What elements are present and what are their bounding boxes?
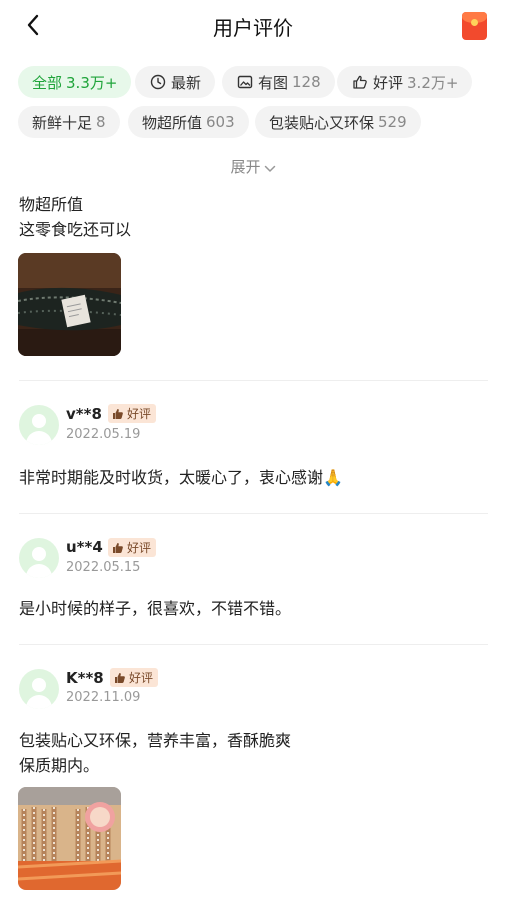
filter-chip-fresh[interactable]: 新鲜十足 8 [18, 106, 120, 138]
filter-chip-label: 新鲜十足 [32, 113, 93, 132]
filter-chip-count: 3.3万+ [66, 73, 118, 92]
clock-icon [149, 73, 167, 91]
avatar[interactable] [19, 669, 59, 709]
filter-chip-count: 3.2万+ [407, 73, 459, 92]
thumbs-up-icon [351, 73, 369, 91]
filter-chip-all[interactable]: 全部 3.3万+ [18, 66, 132, 98]
filter-chip-label: 有图 [258, 73, 289, 92]
badge-label: 好评 [127, 541, 152, 555]
filter-chip-count: 128 [292, 73, 321, 91]
expand-label: 展开 [230, 158, 261, 176]
review-text-line: 保质期内。 [19, 756, 100, 775]
review-text-line: 包装贴心又环保，营养丰富，香酥脆爽 [19, 731, 292, 750]
avatar[interactable] [19, 405, 59, 445]
username: u**4 [66, 538, 103, 556]
thumbs-up-icon [112, 408, 124, 420]
review-date: 2022.11.09 [66, 690, 141, 705]
filter-chip-label: 全部 [32, 73, 63, 92]
filter-chip-count: 603 [206, 113, 235, 131]
filter-chip-packaging[interactable]: 包装贴心又环保 529 [255, 106, 421, 138]
filter-chip-positive[interactable]: 好评 3.2万+ [337, 66, 473, 98]
filter-chip-value[interactable]: 物超所值 603 [128, 106, 249, 138]
thumbs-up-icon [112, 542, 124, 554]
review-text-line: 物超所值 [19, 195, 84, 214]
divider [19, 513, 488, 514]
filter-chip-with-image[interactable]: 有图 128 [222, 66, 335, 98]
filter-chip-label: 包装贴心又环保 [269, 113, 375, 132]
review-date: 2022.05.15 [66, 560, 141, 575]
filter-chip-count: 8 [96, 113, 106, 131]
page-title: 用户评价 [213, 16, 293, 40]
top-bar: 用户评价 [0, 0, 506, 52]
filter-chip-count: 529 [378, 113, 407, 131]
filter-chip-label: 物超所值 [142, 113, 203, 132]
chevron-down-icon [264, 159, 276, 177]
thumbs-up-icon [114, 672, 126, 684]
red-packet-icon[interactable] [462, 12, 487, 40]
divider [19, 380, 488, 381]
avatar[interactable] [19, 538, 59, 578]
review-date: 2022.05.19 [66, 427, 141, 442]
username: v**8 [66, 405, 102, 423]
badge-label: 好评 [129, 671, 154, 685]
status-badge: 好评 [108, 404, 157, 423]
review-photo[interactable] [18, 253, 121, 356]
image-icon [236, 73, 254, 91]
username: K**8 [66, 669, 104, 687]
status-badge: 好评 [110, 668, 159, 687]
filter-chip-latest[interactable]: 最新 [135, 66, 216, 98]
review-text-line: 这零食吃还可以 [19, 220, 132, 239]
review-text: 是小时候的样子，很喜欢，不错不错。 [19, 599, 292, 618]
review-photo[interactable] [18, 787, 121, 890]
status-badge: 好评 [108, 538, 157, 557]
expand-filters-button[interactable]: 展开 [0, 156, 506, 177]
filter-chip-label: 好评 [373, 73, 404, 92]
filter-chip-label: 最新 [171, 73, 202, 92]
review-text: 非常时期能及时收货，太暖心了，衷心感谢🙏 [19, 468, 343, 487]
badge-label: 好评 [127, 407, 152, 421]
divider [19, 644, 488, 645]
